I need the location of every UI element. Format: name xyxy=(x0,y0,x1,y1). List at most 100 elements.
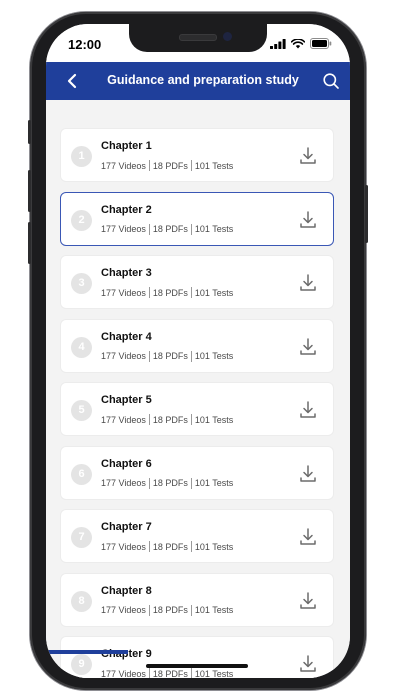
chapter-card[interactable]: 4 Chapter 4 177 Videos 18 PDFs 101 Tests xyxy=(60,318,334,373)
chapter-card[interactable]: 6 Chapter 6 177 Videos 18 PDFs 101 Tests xyxy=(60,445,334,500)
meta-divider xyxy=(190,414,192,425)
page-title: Guidance and preparation study xyxy=(107,73,299,87)
chapter-list[interactable]: 1 Chapter 1 177 Videos 18 PDFs 101 Tests 2 Cha… xyxy=(46,100,350,678)
chapter-number-badge: 1 xyxy=(71,146,92,167)
status-bar: 12:00 xyxy=(46,24,350,62)
chapter-number-badge: 5 xyxy=(71,400,92,421)
app-header: Guidance and preparation study xyxy=(46,62,350,100)
meta-divider xyxy=(190,223,192,235)
pdf-count: 18 PDFs xyxy=(152,541,188,552)
test-count: 101 Tests xyxy=(194,541,234,552)
search-icon[interactable] xyxy=(322,72,340,90)
chapter-meta: 177 Videos 18 PDFs 101 Tests xyxy=(101,477,234,489)
chapter-meta: 177 Videos 18 PDFs 101 Tests xyxy=(101,604,234,616)
status-time: 12:00 xyxy=(68,37,102,52)
meta-divider xyxy=(148,604,150,616)
download-icon[interactable] xyxy=(299,654,317,673)
download-icon[interactable] xyxy=(299,464,317,483)
power-button xyxy=(365,185,368,243)
test-count: 101 Tests xyxy=(194,668,234,679)
video-count: 177 Videos xyxy=(101,605,146,615)
video-count: 177 Videos xyxy=(101,160,146,171)
chapter-meta: 177 Videos 18 PDFs 101 Tests xyxy=(101,223,234,235)
chapter-title: Chapter 3 xyxy=(101,267,152,279)
chapter-number-badge: 3 xyxy=(71,273,92,294)
test-count: 101 Tests xyxy=(194,224,234,234)
chapter-title: Chapter 5 xyxy=(101,394,152,406)
video-count: 177 Videos xyxy=(101,224,146,234)
meta-divider xyxy=(190,350,192,362)
chapter-card[interactable]: 8 Chapter 8 177 Videos 18 PDFs 101 Tests xyxy=(60,572,334,627)
chapter-number-badge: 7 xyxy=(71,527,92,548)
status-icons xyxy=(270,38,332,49)
chapter-title: Chapter 1 xyxy=(101,140,152,152)
mute-switch xyxy=(28,120,31,144)
chapter-card[interactable]: 5 Chapter 5 177 Videos 18 PDFs 101 Tests xyxy=(60,382,334,436)
download-icon[interactable] xyxy=(299,146,317,165)
chapter-title: Chapter 4 xyxy=(101,330,152,343)
download-icon[interactable] xyxy=(299,527,317,546)
pdf-count: 18 PDFs xyxy=(152,160,188,171)
test-count: 101 Tests xyxy=(194,351,234,361)
download-icon[interactable] xyxy=(299,337,317,356)
download-icon[interactable] xyxy=(299,591,317,610)
chapter-number-badge: 8 xyxy=(71,590,92,612)
chapter-number-badge: 6 xyxy=(71,463,92,485)
notch xyxy=(129,24,267,52)
download-icon[interactable] xyxy=(299,273,317,292)
wifi-icon xyxy=(291,38,305,48)
video-count: 177 Videos xyxy=(101,287,146,298)
chapter-card[interactable]: 3 Chapter 3 177 Videos 18 PDFs 101 Tests xyxy=(60,255,334,309)
front-camera xyxy=(223,32,232,41)
meta-divider xyxy=(148,477,150,489)
chapter-title: Chapter 7 xyxy=(101,521,152,533)
pdf-count: 18 PDFs xyxy=(152,351,188,361)
video-count: 177 Videos xyxy=(101,414,146,425)
scroll-indicator xyxy=(46,650,128,654)
meta-divider xyxy=(148,541,150,552)
chapter-card[interactable]: 1 Chapter 1 177 Videos 18 PDFs 101 Tests xyxy=(60,128,334,182)
signal-icon xyxy=(270,38,286,49)
pdf-count: 18 PDFs xyxy=(152,224,188,234)
video-count: 177 Videos xyxy=(101,351,146,361)
chapter-meta: 177 Videos 18 PDFs 101 Tests xyxy=(101,287,233,298)
meta-divider xyxy=(190,541,192,552)
download-icon[interactable] xyxy=(299,210,317,229)
chapter-number-badge: 4 xyxy=(71,336,92,358)
chevron-left-icon[interactable] xyxy=(64,72,82,90)
chapter-meta: 177 Videos 18 PDFs 101 Tests xyxy=(101,350,234,362)
meta-divider xyxy=(190,477,192,489)
chapter-card[interactable]: 2 Chapter 2 177 Videos 18 PDFs 101 Tests xyxy=(60,191,334,246)
speaker-grille xyxy=(179,34,217,41)
meta-divider xyxy=(148,160,150,171)
chapter-meta: 177 Videos 18 PDFs 101 Tests xyxy=(101,414,233,425)
battery-icon xyxy=(310,38,332,49)
test-count: 101 Tests xyxy=(194,478,234,488)
test-count: 101 Tests xyxy=(194,287,234,298)
video-count: 177 Videos xyxy=(101,668,146,679)
meta-divider xyxy=(148,668,150,678)
chapter-meta: 177 Videos 18 PDFs 101 Tests xyxy=(101,541,233,552)
meta-divider xyxy=(190,668,192,678)
volume-down-button xyxy=(28,222,31,264)
meta-divider xyxy=(148,350,150,362)
test-count: 101 Tests xyxy=(194,414,234,425)
pdf-count: 18 PDFs xyxy=(152,287,188,298)
chapter-meta: 177 Videos 18 PDFs 101 Tests xyxy=(101,668,233,678)
pdf-count: 18 PDFs xyxy=(152,478,188,488)
meta-divider xyxy=(148,287,150,298)
video-count: 177 Videos xyxy=(101,541,146,552)
chapter-title: Chapter 2 xyxy=(101,203,152,216)
home-indicator xyxy=(146,664,248,668)
chapter-card[interactable]: 7 Chapter 7 177 Videos 18 PDFs 101 Tests xyxy=(60,509,334,563)
download-icon[interactable] xyxy=(299,400,317,419)
meta-divider xyxy=(148,223,150,235)
test-count: 101 Tests xyxy=(194,605,234,615)
meta-divider xyxy=(148,414,150,425)
chapter-number-badge: 2 xyxy=(71,209,92,231)
chapter-title: Chapter 8 xyxy=(101,584,152,597)
chapter-card[interactable]: 9 Chapter 9 177 Videos 18 PDFs 101 Tests xyxy=(60,636,334,678)
meta-divider xyxy=(190,160,192,171)
volume-up-button xyxy=(28,170,31,212)
meta-divider xyxy=(190,287,192,298)
